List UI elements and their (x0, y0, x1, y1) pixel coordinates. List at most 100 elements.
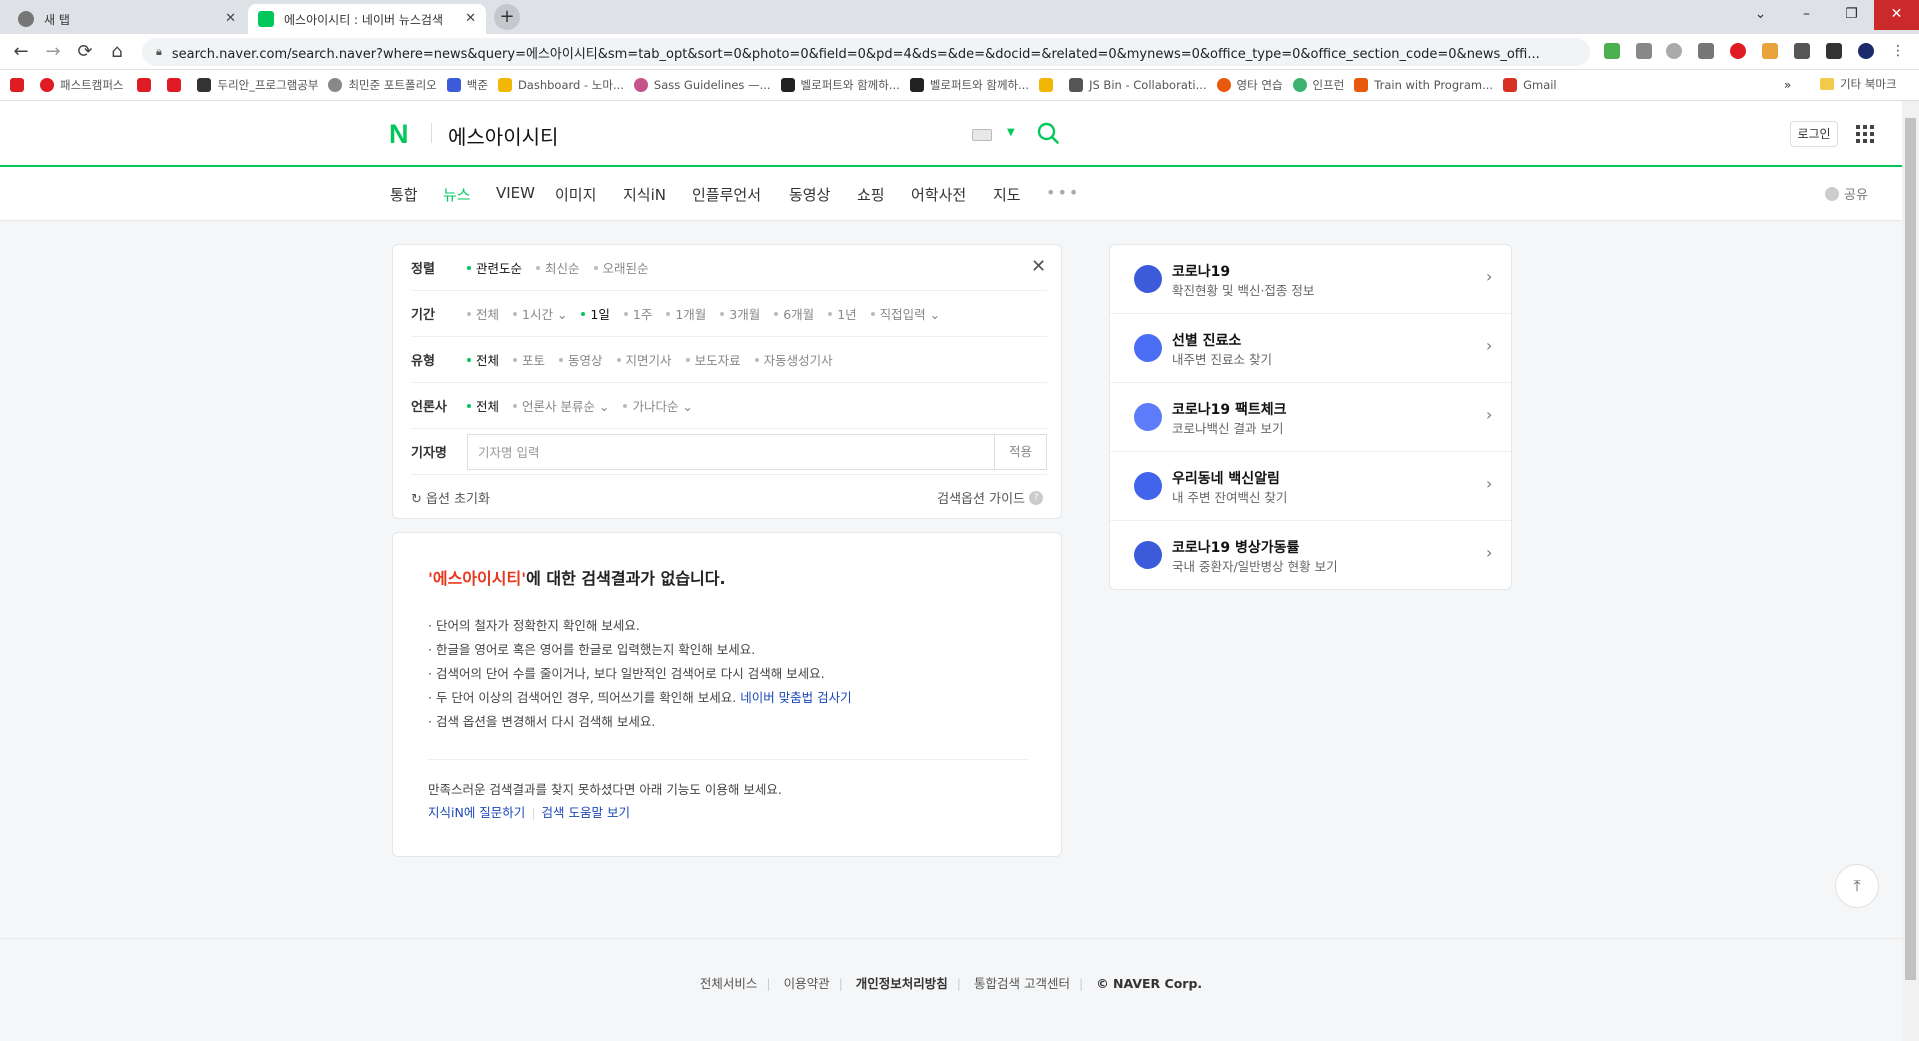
bookmark-item[interactable]: Gmail (1503, 78, 1557, 92)
close-tab-icon[interactable]: ✕ (225, 11, 236, 26)
bookmark-item[interactable]: Dashboard - 노마... (497, 77, 624, 93)
extension-icon[interactable] (1604, 43, 1620, 59)
bookmark-item[interactable]: Train with Program... (1354, 78, 1493, 92)
period-1w[interactable]: 1주 (623, 304, 652, 323)
sort-relevance[interactable]: 관련도순 (467, 258, 522, 277)
browser-tab-newtab[interactable]: 새 탭 ✕ (8, 4, 246, 34)
period-all[interactable]: 전체 (467, 304, 499, 323)
bookmarks-overflow-button[interactable]: » (1784, 78, 1791, 92)
extension-icon[interactable] (1666, 43, 1682, 59)
close-tab-icon[interactable]: ✕ (465, 11, 476, 26)
bookmark-item[interactable]: 패스트캠퍼스 (40, 77, 123, 93)
extension-icon[interactable] (1698, 43, 1714, 59)
minimize-button[interactable]: – (1784, 0, 1829, 30)
tab-shopping[interactable]: 쇼핑 (857, 184, 885, 205)
tab-kin[interactable]: 지식iN (623, 184, 666, 205)
reporter-name-field[interactable]: 기자명 입력 적용 (467, 433, 1047, 470)
tab-news[interactable]: 뉴스 (443, 184, 471, 205)
period-3m[interactable]: 3개월 (720, 304, 760, 323)
profile-avatar[interactable] (1858, 43, 1874, 59)
scrollbar-thumb[interactable] (1905, 118, 1916, 980)
sort-oldest[interactable]: 오래된순 (593, 258, 649, 277)
back-button[interactable]: ← (9, 40, 33, 64)
bookmark-item[interactable] (167, 78, 187, 92)
bookmark-item[interactable]: 백준 (446, 77, 488, 93)
adblock-icon[interactable] (1730, 43, 1746, 59)
bookmark-item[interactable]: 최민준 포트폴리오 (328, 77, 437, 93)
apps-grid-icon[interactable] (1856, 125, 1874, 143)
period-1d[interactable]: 1일 (581, 304, 610, 323)
tab-images[interactable]: 이미지 (555, 184, 596, 205)
caret-down-icon[interactable]: ▼ (1007, 127, 1015, 138)
type-all[interactable]: 전체 (467, 350, 499, 369)
bookmark-item[interactable] (137, 78, 157, 92)
type-auto[interactable]: 자동생성기사 (754, 350, 833, 369)
type-video[interactable]: 동영상 (559, 350, 603, 369)
press-all[interactable]: 전체 (467, 396, 499, 415)
period-custom[interactable]: 직접입력 ⌄ (870, 304, 940, 323)
search-icon[interactable] (1036, 121, 1060, 145)
scroll-to-top-button[interactable]: ⤒ (1835, 864, 1879, 908)
tab-view[interactable]: VIEW (496, 184, 535, 202)
bookmark-item[interactable]: 벨로퍼트와 함께하... (909, 77, 1029, 93)
bookmark-item[interactable] (10, 78, 30, 92)
spell-checker-link[interactable]: 네이버 맞춤법 검사기 (740, 690, 851, 705)
browser-tab-naver[interactable]: 에스아이시티 : 네이버 뉴스검색 ✕ (248, 4, 486, 34)
type-press-release[interactable]: 보도자료 (685, 350, 741, 369)
new-tab-button[interactable]: + (494, 4, 520, 30)
bookmark-item[interactable]: JS Bin - Collaborati... (1069, 78, 1207, 92)
period-6m[interactable]: 6개월 (774, 304, 814, 323)
period-1y[interactable]: 1년 (828, 304, 857, 323)
reload-button[interactable]: ⟳ (73, 40, 97, 64)
type-print[interactable]: 지면기사 (616, 350, 672, 369)
search-input[interactable]: 에스아이시티 (448, 121, 558, 150)
tab-search-button[interactable]: ⌄ (1738, 0, 1783, 30)
period-1m[interactable]: 1개월 (666, 304, 706, 323)
ask-kin-link[interactable]: 지식iN에 질문하기 (428, 805, 525, 820)
side-panel-icon[interactable] (1826, 43, 1842, 59)
forward-button[interactable]: → (41, 40, 65, 64)
keyboard-icon[interactable] (972, 129, 992, 141)
footer-link-all-services[interactable]: 전체서비스 (700, 976, 758, 991)
footer-link-privacy[interactable]: 개인정보처리방침 (856, 976, 948, 991)
window-close-button[interactable]: ✕ (1874, 0, 1919, 30)
close-icon[interactable]: ✕ (1031, 256, 1046, 277)
other-bookmarks-folder[interactable]: 기타 북마크 (1820, 76, 1897, 92)
bookmark-item[interactable]: 벨로퍼트와 함께하... (780, 77, 900, 93)
home-button[interactable]: ⌂ (105, 40, 129, 64)
bookmark-item[interactable]: Sass Guidelines —... (633, 78, 771, 92)
footer-link-support[interactable]: 통합검색 고객센터 (974, 976, 1070, 991)
covid-item[interactable]: 코로나19 팩트체크 코로나백신 결과 보기 › (1110, 383, 1511, 452)
restore-button[interactable]: ❐ (1829, 0, 1874, 30)
reset-options-button[interactable]: ↻ 옵션 초기화 (411, 488, 490, 507)
covid-item[interactable]: 우리동네 백신알림 내 주변 잔여백신 찾기 › (1110, 452, 1511, 521)
press-alphabetical[interactable]: 가나다순 ⌄ (623, 396, 693, 415)
sort-latest[interactable]: 최신순 (536, 258, 580, 277)
covid-item[interactable]: 선별 진료소 내주변 진료소 찾기 › (1110, 314, 1511, 383)
login-button[interactable]: 로그인 (1790, 121, 1838, 147)
bookmark-item[interactable]: 두리안_프로그램공부 (197, 77, 318, 93)
address-bar[interactable]: 🔒︎ search.naver.com/search.naver?where=n… (142, 38, 1590, 66)
naver-logo[interactable]: N (389, 119, 409, 150)
covid-item[interactable]: 코로나19 병상가동률 국내 중환자/일반병상 현황 보기 › (1110, 521, 1511, 590)
tab-influencer[interactable]: 인플루언서 (692, 184, 761, 205)
share-button[interactable]: 공유 (1825, 184, 1868, 203)
puzzle-icon[interactable] (1794, 43, 1810, 59)
extension-icon[interactable] (1762, 43, 1778, 59)
tab-integrated[interactable]: 통합 (390, 184, 418, 205)
tab-dictionary[interactable]: 어학사전 (911, 184, 966, 205)
tab-map[interactable]: 지도 (993, 184, 1021, 205)
more-tabs-button[interactable]: ••• (1046, 183, 1080, 202)
footer-link-terms[interactable]: 이용약관 (784, 976, 830, 991)
extension-icon[interactable] (1636, 43, 1652, 59)
bookmark-item[interactable]: 영타 연습 (1216, 77, 1283, 93)
bookmark-item[interactable]: 인프런 (1292, 77, 1344, 93)
tab-video[interactable]: 동영상 (789, 184, 830, 205)
kebab-menu-icon[interactable]: ⋮ (1890, 43, 1906, 59)
press-by-category[interactable]: 언론사 분류순 ⌄ (513, 396, 609, 415)
search-help-link[interactable]: 검색 도움말 보기 (542, 805, 630, 820)
type-photo[interactable]: 포토 (513, 350, 545, 369)
bookmark-item[interactable] (1039, 78, 1059, 92)
covid-item[interactable]: 코로나19 확진현황 및 백신·접종 정보 › (1110, 245, 1511, 314)
period-1h[interactable]: 1시간 ⌄ (513, 304, 567, 323)
